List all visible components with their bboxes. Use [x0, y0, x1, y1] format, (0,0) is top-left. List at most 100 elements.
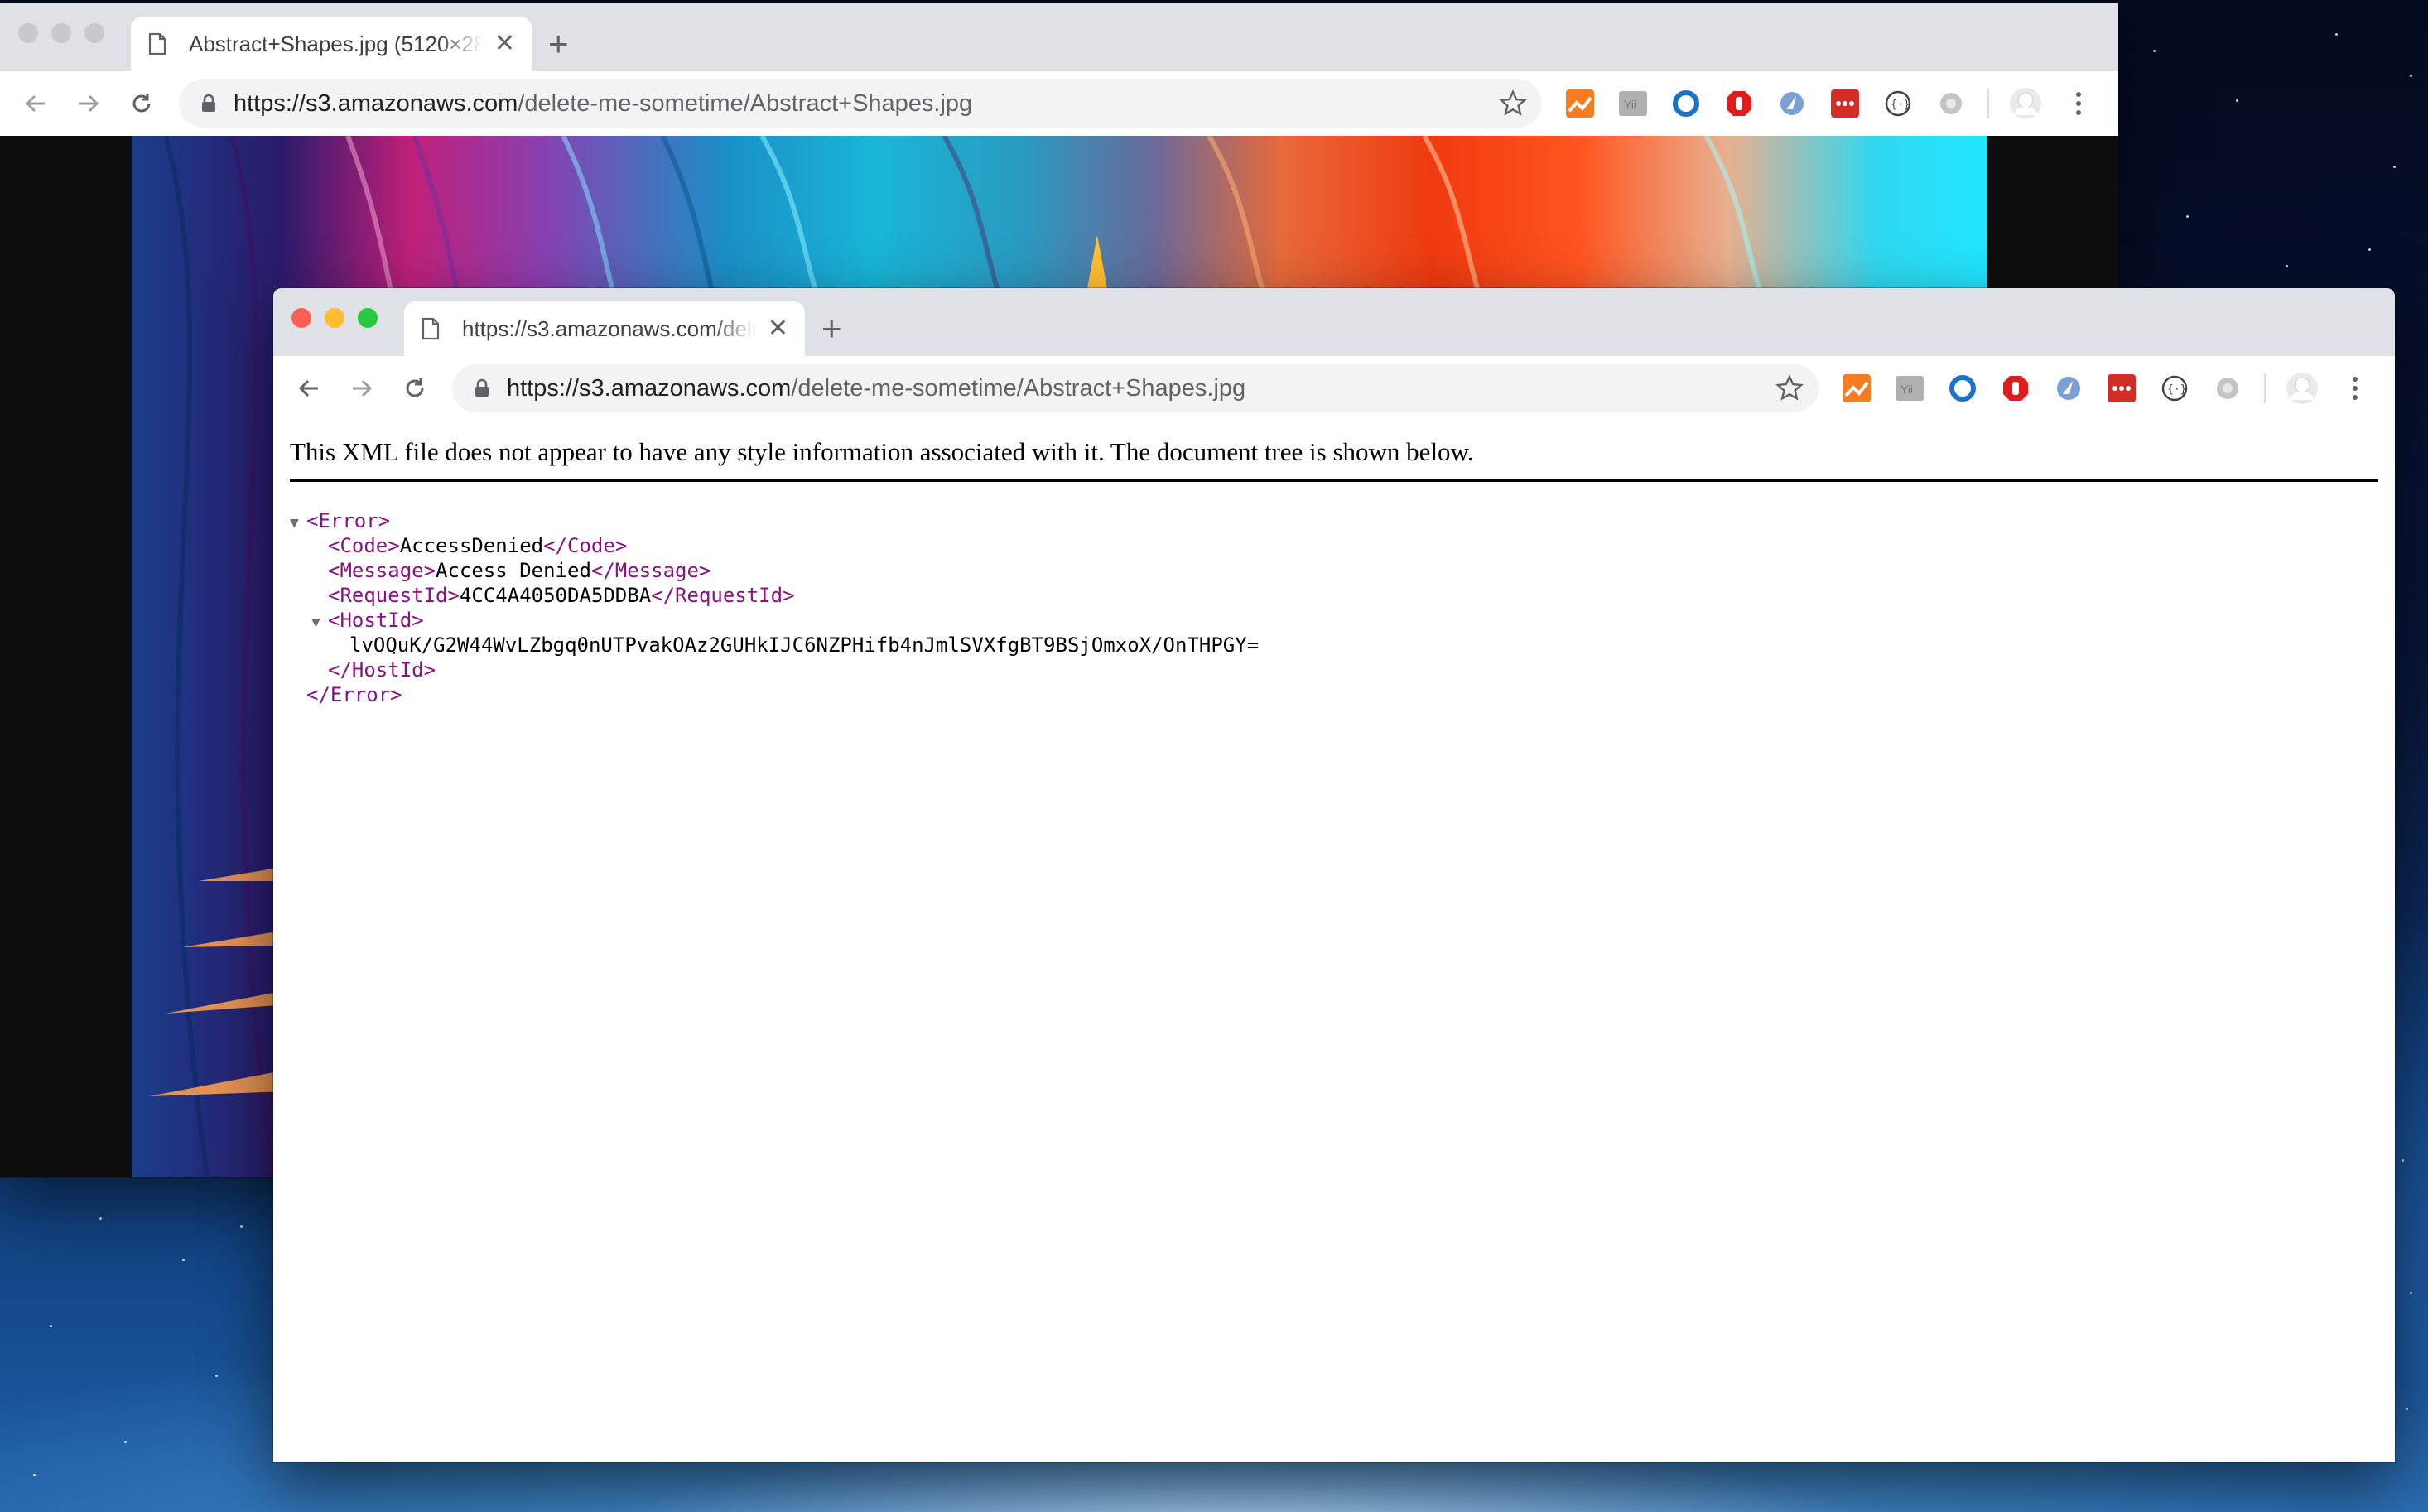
xml-message-value: Access Denied	[436, 559, 591, 582]
url-host: https://s3.amazonaws.com	[234, 89, 518, 117]
zoom-window-button[interactable]	[358, 308, 378, 328]
xml-tag: </RequestId>	[651, 584, 795, 607]
window-controls	[18, 23, 104, 43]
address-bar[interactable]: https://s3.amazonaws.com/delete-me-somet…	[452, 364, 1819, 412]
grey-ext-icon[interactable]	[1925, 84, 1978, 123]
arrow-left-icon	[298, 379, 318, 397]
xml-tree: ▼ <Error> <Code>AccessDenied</Code> <Mess…	[290, 508, 1259, 707]
circle-ext-icon[interactable]	[1936, 369, 1989, 407]
xml-tag: <Code>	[328, 534, 400, 557]
lock-icon	[202, 94, 215, 112]
xml-error-close-line: </Error>	[290, 682, 1259, 707]
reload-icon	[406, 378, 424, 397]
minimize-window-button[interactable]	[51, 23, 71, 43]
tab-s3-error[interactable]: https://s3.amazonaws.com/delete-me-somet…	[404, 301, 805, 356]
close-window-button[interactable]	[291, 308, 311, 328]
menu-kebab-icon[interactable]	[2329, 369, 2382, 407]
back-button[interactable]	[288, 368, 330, 409]
xml-tag: </Message>	[590, 559, 711, 582]
address-url: https://s3.amazonaws.com/delete-me-somet…	[234, 90, 972, 118]
xml-error-open-line: ▼ <Error>	[290, 508, 1259, 533]
collapse-triangle-icon[interactable]: ▼	[290, 511, 306, 536]
close-tab-icon[interactable]: ✕	[768, 316, 788, 341]
new-tab-button[interactable]: +	[548, 26, 569, 61]
xml-requestid-value: 4CC4A4050DA5DDBA	[459, 584, 652, 607]
minimize-window-button[interactable]	[325, 308, 344, 328]
lastpass-icon[interactable]	[2095, 369, 2148, 407]
toolbar-divider	[2264, 373, 2266, 403]
reload-button[interactable]	[394, 368, 436, 409]
xml-tag: </Error>	[306, 683, 402, 706]
yii-icon[interactable]: Yii	[1607, 84, 1660, 123]
svg-text:Yii: Yii	[1900, 383, 1913, 396]
active-browser-window[interactable]: https://s3.amazonaws.com/delete-me-somet…	[273, 288, 2395, 1462]
arrow-right-icon	[79, 94, 99, 113]
xml-requestid-line: <RequestId>4CC4A4050DA5DDBA</RequestId>	[290, 583, 1259, 608]
xml-hostid-open-line: ▼ <HostId>	[290, 608, 1259, 633]
collapse-triangle-icon[interactable]: ▼	[311, 610, 328, 635]
analytics-icon[interactable]	[1554, 84, 1607, 123]
shield-ext-icon[interactable]	[1766, 84, 1819, 123]
xml-tag: <RequestId>	[328, 584, 460, 607]
reload-button[interactable]	[121, 83, 162, 124]
xml-hostid-value: lvOQuK/G2W44WvLZbgq0nUTPvakOAz2GUHkIJC6N…	[349, 633, 1260, 657]
extension-bar: Yii {·}	[1830, 369, 2382, 407]
svg-text:Yii: Yii	[1624, 98, 1636, 111]
tab-abstract-shapes[interactable]: Abstract+Shapes.jpg (5120×2880) ✕	[131, 17, 532, 71]
svg-text:{·}: {·}	[1891, 99, 1910, 111]
profile-avatar-icon[interactable]	[2276, 369, 2329, 407]
url-host: https://s3.amazonaws.com	[507, 374, 792, 402]
grey-ext-icon[interactable]	[2201, 369, 2254, 407]
page-icon	[422, 317, 440, 340]
yii-icon[interactable]: Yii	[1883, 369, 1936, 407]
forward-button[interactable]	[341, 368, 383, 409]
tab-strip: Abstract+Shapes.jpg (5120×2880) ✕ +	[0, 3, 2118, 71]
zoom-window-button[interactable]	[84, 23, 104, 43]
xml-tag: </Code>	[543, 534, 628, 557]
xml-hostid-close-line: </HostId>	[290, 657, 1259, 682]
tab-title: Abstract+Shapes.jpg (5120×2880)	[189, 31, 483, 56]
lastpass-icon[interactable]	[1819, 84, 1872, 123]
window-controls	[291, 308, 378, 328]
adblock-icon[interactable]	[1989, 369, 2042, 407]
xml-tag: </HostId>	[328, 658, 436, 681]
address-bar[interactable]: https://s3.amazonaws.com/delete-me-somet…	[179, 79, 1542, 128]
close-tab-icon[interactable]: ✕	[494, 31, 515, 56]
tab-title: https://s3.amazonaws.com/delete-me-somet…	[462, 315, 756, 341]
browser-toolbar: https://s3.amazonaws.com/delete-me-somet…	[0, 71, 2118, 137]
xml-tag: <HostId>	[328, 609, 424, 632]
circle-ext-icon[interactable]	[1660, 84, 1713, 123]
lock-icon	[475, 378, 489, 397]
extension-bar: Yii {·}	[1554, 84, 2105, 123]
xml-tag: <Error>	[306, 509, 391, 532]
profile-avatar-icon[interactable]	[1999, 84, 2052, 123]
xml-document-view: This XML file does not appear to have an…	[273, 421, 2395, 1462]
xml-tag: <Message>	[328, 559, 436, 582]
bookmark-star-icon[interactable]	[1775, 374, 1804, 402]
menu-kebab-icon[interactable]	[2052, 84, 2105, 123]
xml-style-notice: This XML file does not appear to have an…	[290, 437, 2378, 482]
url-path: /delete-me-sometime/Abstract+Shapes.jpg	[791, 374, 1246, 402]
shield-ext-icon[interactable]	[2042, 369, 2095, 407]
address-url: https://s3.amazonaws.com/delete-me-somet…	[507, 375, 1245, 402]
xml-code-line: <Code>AccessDenied</Code>	[290, 533, 1259, 558]
tab-strip: https://s3.amazonaws.com/delete-me-somet…	[273, 288, 2395, 356]
xml-message-line: <Message>Access Denied</Message>	[290, 558, 1259, 583]
adblock-icon[interactable]	[1713, 84, 1766, 123]
xml-code-value: AccessDenied	[399, 534, 544, 557]
close-window-button[interactable]	[18, 23, 38, 43]
toolbar-divider	[1987, 89, 1989, 118]
forward-button[interactable]	[68, 83, 109, 124]
arrow-right-icon	[353, 379, 373, 397]
svg-text:{·}: {·}	[2167, 383, 2186, 396]
page-icon	[148, 32, 166, 55]
back-button[interactable]	[15, 83, 56, 124]
url-path: /delete-me-sometime/Abstract+Shapes.jpg	[518, 89, 973, 117]
new-tab-button[interactable]: +	[821, 311, 842, 346]
analytics-icon[interactable]	[1830, 369, 1883, 407]
json-viewer-icon[interactable]: {·}	[2148, 369, 2201, 407]
reload-icon	[132, 94, 151, 113]
json-viewer-icon[interactable]: {·}	[1872, 84, 1925, 123]
browser-toolbar: https://s3.amazonaws.com/delete-me-somet…	[273, 356, 2395, 421]
bookmark-star-icon[interactable]	[1499, 89, 1527, 118]
